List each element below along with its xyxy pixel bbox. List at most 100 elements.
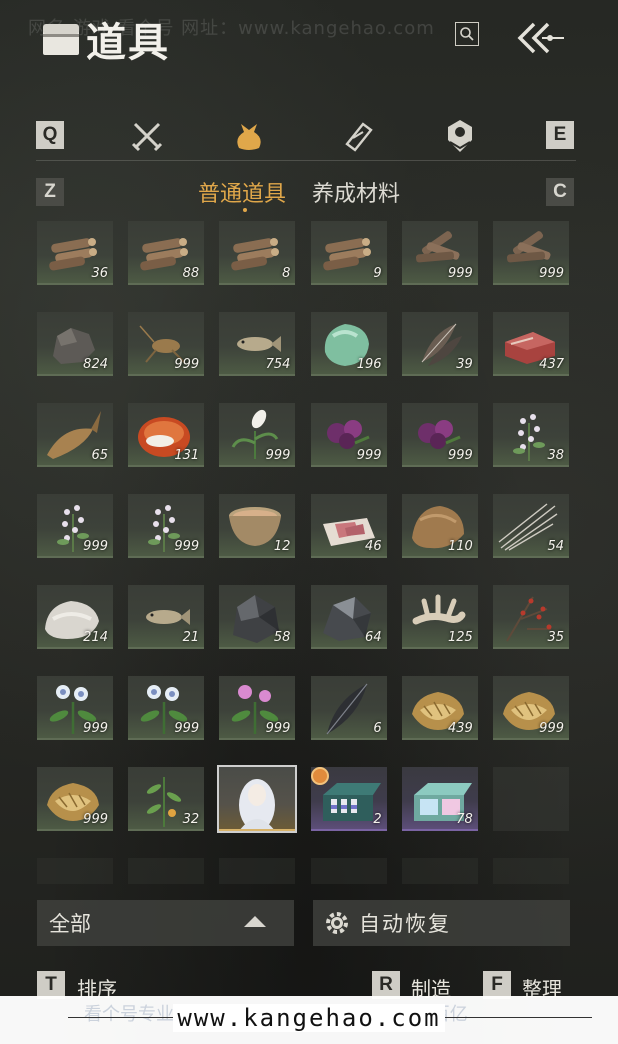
item-quantity: 6 (373, 721, 382, 736)
auto-restore-button[interactable]: 自动恢复 (313, 900, 570, 946)
swords-icon[interactable] (129, 118, 165, 154)
item-slot[interactable]: 999 (401, 221, 478, 285)
item-slot[interactable]: 32 (128, 767, 205, 831)
item-quantity: 999 (83, 812, 108, 827)
item-slot[interactable] (217, 765, 298, 833)
item-slot[interactable]: 999 (128, 676, 205, 740)
item-quantity: 999 (83, 539, 108, 554)
item-quantity: 999 (539, 721, 564, 736)
item-slot[interactable]: 8 (219, 221, 296, 285)
item-quantity: 54 (547, 539, 564, 554)
tab-upgrade-materials[interactable]: 养成材料 (312, 176, 400, 208)
pouch-icon[interactable] (231, 118, 267, 154)
gem-badge-icon[interactable] (442, 118, 478, 154)
item-slot[interactable]: 824 (37, 312, 113, 376)
category-bar: Q E (36, 118, 576, 160)
timer-icon (310, 767, 329, 785)
item-slot[interactable]: 88 (128, 221, 205, 285)
item-quantity: 999 (265, 448, 291, 463)
tidy-key[interactable]: F (483, 971, 511, 999)
item-quantity: 58 (273, 630, 291, 645)
item-slot[interactable]: 999 (493, 221, 569, 285)
item-quantity: 999 (265, 721, 291, 736)
item-slot[interactable]: 110 (401, 494, 478, 558)
item-slot[interactable]: 214 (37, 585, 113, 649)
empty-slot[interactable] (493, 858, 569, 884)
craft-key[interactable]: R (372, 971, 400, 999)
item-slot[interactable]: 58 (219, 585, 296, 649)
scroll-icon[interactable] (339, 118, 375, 154)
empty-slot[interactable] (493, 767, 569, 831)
footer-watermark: 看个号专业网易游戏账号交易平台 总成交额百亿 www.kangehao.com (0, 996, 618, 1044)
item-quantity: 131 (174, 448, 200, 463)
search-icon (460, 27, 474, 41)
category-divider (36, 160, 576, 161)
empty-slot[interactable] (37, 858, 113, 884)
item-quantity: 8 (282, 266, 291, 281)
item-slot[interactable]: 35 (493, 585, 569, 649)
item-slot[interactable]: 131 (128, 403, 205, 467)
item-slot[interactable]: 39 (401, 312, 478, 376)
item-quantity: 65 (91, 448, 108, 463)
item-slot[interactable]: 36 (37, 221, 113, 285)
item-slot[interactable]: 754 (219, 312, 296, 376)
item-quantity: 999 (174, 721, 200, 736)
item-slot[interactable]: 999 (128, 494, 205, 558)
item-quantity: 35 (547, 630, 564, 645)
tab-common-items[interactable]: 普通道具 (198, 176, 286, 208)
prev-category-key[interactable]: Q (36, 121, 64, 149)
item-slot[interactable]: 64 (310, 585, 387, 649)
item-slot[interactable]: 999 (219, 403, 296, 467)
item-slot[interactable]: 54 (493, 494, 569, 558)
item-quantity: 9 (373, 266, 382, 281)
item-quantity: 196 (356, 357, 382, 372)
item-quantity: 64 (365, 630, 382, 645)
item-slot[interactable]: 999 (310, 403, 387, 467)
prev-subtab-key[interactable]: Z (36, 178, 64, 206)
item-slot[interactable]: 437 (493, 312, 569, 376)
footer-url-text: www.kangehao.com (173, 1004, 445, 1032)
item-slot[interactable]: 999 (128, 312, 205, 376)
item-slot[interactable]: 12 (219, 494, 296, 558)
empty-slot[interactable] (219, 858, 296, 884)
item-slot[interactable]: 999 (493, 676, 569, 740)
item-slot[interactable]: 999 (37, 767, 113, 831)
item-quantity: 437 (539, 357, 564, 372)
item-slot[interactable]: 999 (37, 494, 113, 558)
item-slot[interactable]: 6 (310, 676, 387, 740)
item-slot[interactable]: 999 (37, 676, 113, 740)
item-quantity: 38 (547, 448, 564, 463)
item-quantity: 88 (182, 266, 200, 281)
next-subtab-key[interactable]: C (546, 178, 574, 206)
empty-slot[interactable] (128, 858, 205, 884)
item-quantity: 999 (447, 266, 473, 281)
item-slot[interactable]: 2 (310, 767, 387, 831)
item-quantity: 39 (456, 357, 473, 372)
back-icon[interactable] (512, 18, 568, 58)
item-slot[interactable]: 125 (401, 585, 478, 649)
search-button[interactable] (455, 22, 479, 46)
sort-key[interactable]: T (37, 971, 65, 999)
item-quantity: 36 (91, 266, 108, 281)
item-quantity: 214 (83, 630, 108, 645)
item-slot[interactable]: 196 (310, 312, 387, 376)
item-slot[interactable]: 78 (401, 767, 478, 831)
item-slot[interactable]: 46 (310, 494, 387, 558)
item-slot[interactable]: 9 (310, 221, 387, 285)
footer-url: www.kangehao.com (0, 1004, 618, 1032)
empty-slot[interactable] (310, 858, 387, 884)
empty-slot[interactable] (401, 858, 478, 884)
item-quantity: 21 (182, 630, 200, 645)
next-category-key[interactable]: E (546, 121, 574, 149)
item-quantity: 999 (83, 721, 108, 736)
filter-label: 全部 (49, 912, 91, 936)
item-slot[interactable]: 21 (128, 585, 205, 649)
item-slot[interactable]: 38 (493, 403, 569, 467)
item-slot[interactable]: 65 (37, 403, 113, 467)
item-slot[interactable]: 999 (401, 403, 478, 467)
item-quantity: 78 (456, 812, 473, 827)
item-slot[interactable]: 999 (219, 676, 296, 740)
filter-dropdown[interactable]: 全部 (37, 900, 294, 946)
item-slot[interactable]: 439 (401, 676, 478, 740)
triangle-up-icon (244, 916, 266, 927)
